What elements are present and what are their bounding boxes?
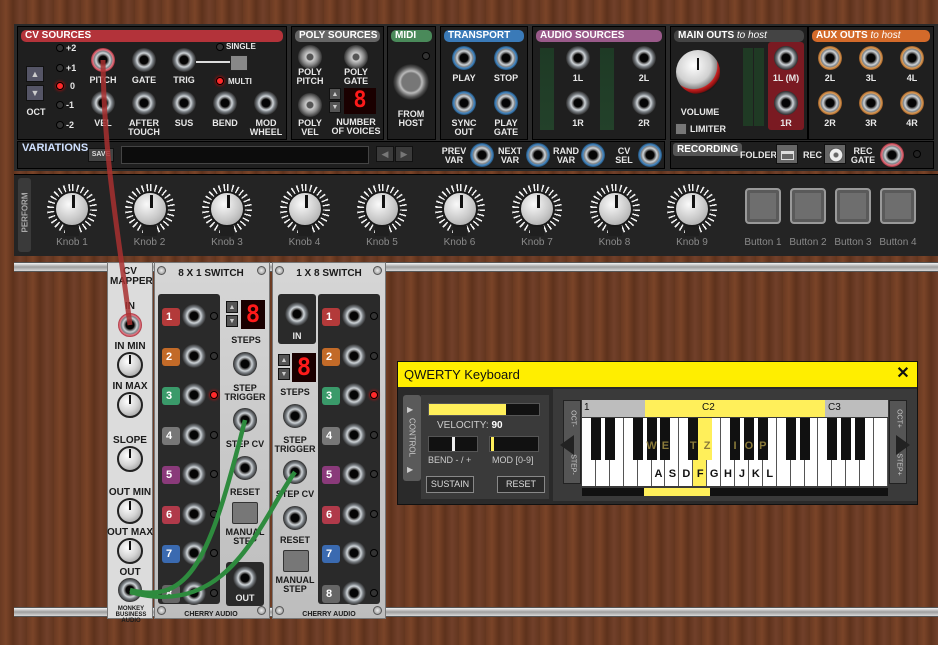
- black-key[interactable]: [855, 418, 866, 460]
- key-letter-upper: O: [744, 440, 754, 452]
- patch-cables: [100, 59, 297, 600]
- qwerty-close-button[interactable]: ✕: [893, 364, 913, 384]
- key-letter-upper: W: [646, 440, 657, 452]
- velocity-readout: VELOCITY: 90: [437, 420, 503, 431]
- key-letter-upper: I: [733, 440, 737, 452]
- velocity-slider[interactable]: [428, 403, 540, 416]
- octave-strip: 1 C2 C3: [582, 400, 888, 417]
- white-key[interactable]: [874, 418, 888, 486]
- key-letter-upper: E: [661, 440, 670, 452]
- key-letter-lower: G: [709, 468, 719, 480]
- mod-slider-thumb: [491, 437, 494, 451]
- black-key[interactable]: [799, 418, 810, 460]
- bend-label: BEND - / +: [428, 455, 472, 465]
- mod-label: MOD [0-9]: [492, 455, 534, 465]
- step-plus-label: STEP+: [895, 453, 903, 476]
- black-key[interactable]: [660, 418, 671, 460]
- black-key[interactable]: [757, 418, 768, 460]
- key-letter-lower: J: [738, 468, 746, 480]
- sustain-button[interactable]: SUSTAIN: [426, 476, 474, 493]
- black-key[interactable]: [688, 418, 699, 460]
- black-key[interactable]: [632, 418, 643, 460]
- control-tab-arrow-bottom: ▶: [407, 465, 414, 474]
- black-key[interactable]: [785, 418, 796, 460]
- black-key[interactable]: [841, 418, 852, 460]
- black-key[interactable]: [702, 418, 713, 460]
- black-key[interactable]: [646, 418, 657, 460]
- qwerty-title: QWERTY Keyboard: [404, 367, 520, 382]
- reset-button[interactable]: RESET: [497, 476, 545, 493]
- octave-strip-highlight: [645, 400, 825, 417]
- control-tab[interactable]: ▶ CONTROL ▶: [403, 395, 421, 481]
- octave-label-1: 1: [584, 402, 590, 413]
- key-letter-lower: F: [696, 468, 704, 480]
- key-letter-lower: K: [751, 468, 760, 480]
- oct-plus-button[interactable]: OCT+ STEP+: [889, 400, 910, 484]
- mod-slider[interactable]: [489, 436, 539, 452]
- velocity-label: VELOCITY:: [437, 420, 489, 431]
- black-key[interactable]: [743, 418, 754, 460]
- oct-plus-label: OCT+: [895, 409, 903, 428]
- keyboard-scrollbar[interactable]: [582, 488, 888, 496]
- control-tab-label: CONTROL: [407, 417, 417, 458]
- red-patch-cable: [100, 59, 133, 326]
- key-letter-lower: L: [766, 468, 774, 480]
- oct-minus-label: OCT-: [569, 410, 577, 427]
- black-key[interactable]: [730, 418, 740, 460]
- velocity-slider-fill: [429, 404, 506, 415]
- key-letter-lower: S: [668, 468, 677, 480]
- black-key[interactable]: [827, 418, 838, 460]
- key-letter-upper: Z: [703, 440, 711, 452]
- bend-slider[interactable]: [428, 436, 478, 452]
- keyboard-scrollbar-thumb[interactable]: [644, 488, 710, 496]
- oct-minus-button[interactable]: OCT- STEP-: [560, 400, 581, 484]
- bend-slider-thumb: [452, 437, 455, 451]
- piano-keys: WE TZ IOP ASDFGHJKL: [582, 418, 888, 486]
- key-letter-lower: A: [654, 468, 663, 480]
- step-minus-label: STEP-: [569, 454, 577, 475]
- key-letter-lower: D: [682, 468, 691, 480]
- key-letter-upper: P: [759, 440, 767, 452]
- key-letter-upper: T: [689, 440, 697, 452]
- octave-label-c3: C3: [828, 402, 841, 413]
- black-key[interactable]: [604, 418, 615, 460]
- velocity-value: 90: [491, 420, 503, 431]
- octave-label-c2: C2: [702, 402, 715, 413]
- key-letter-lower: H: [724, 468, 732, 480]
- black-key[interactable]: [590, 418, 601, 460]
